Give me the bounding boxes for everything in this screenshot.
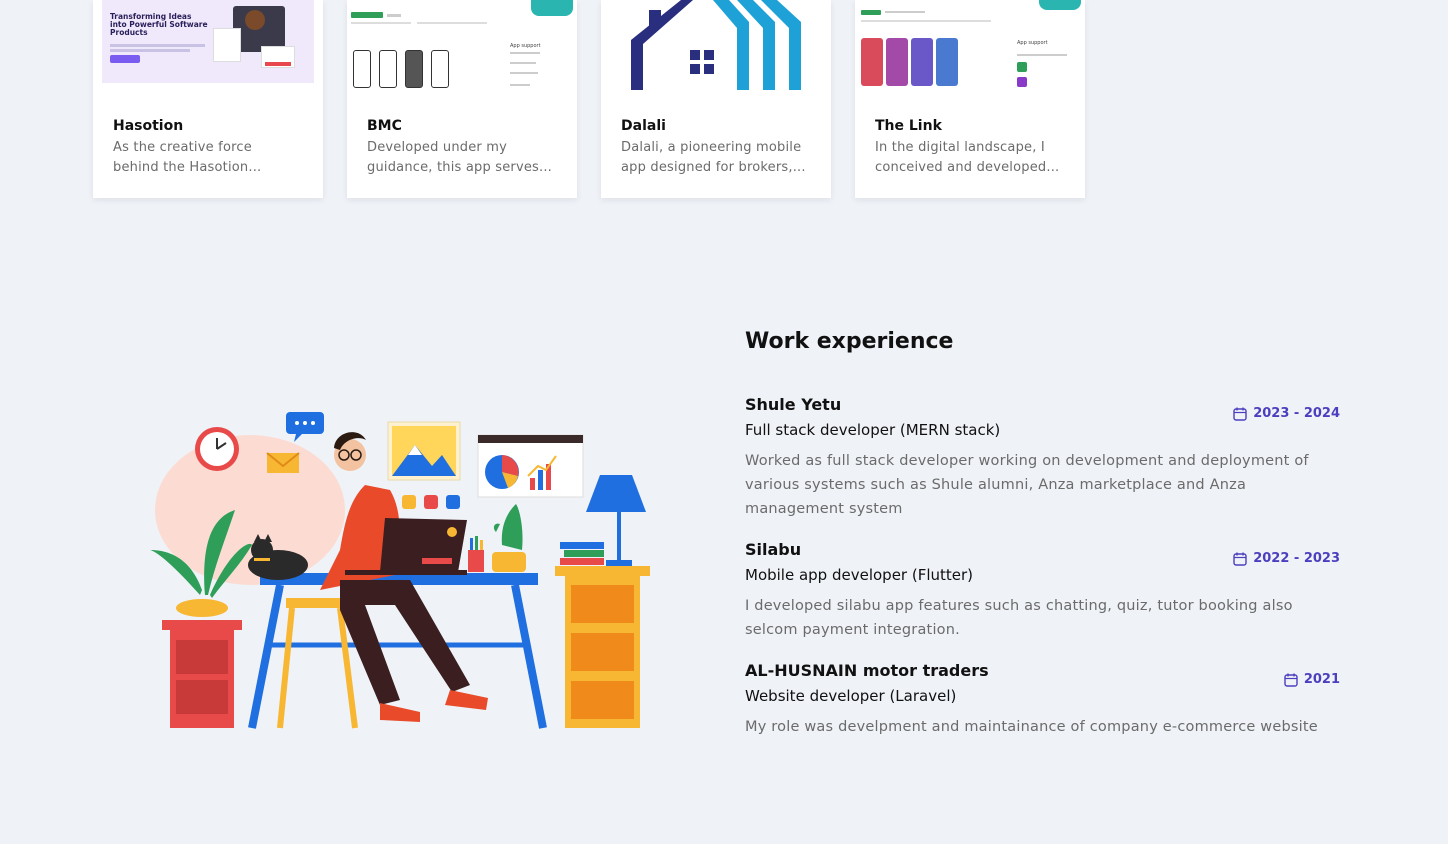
project-description: Dalali, a pioneering mobile app designed… — [621, 140, 806, 175]
job-role: Mobile app developer (Flutter) — [745, 566, 974, 584]
drawer-cabinet — [555, 566, 650, 728]
calendar-icon — [1284, 673, 1298, 687]
job-description: Worked as full stack developer working o… — [745, 453, 1309, 517]
project-card-dalali[interactable]: Dalali Dalali, a pioneering mobile app d… — [601, 0, 831, 198]
dalali-logo — [601, 0, 831, 92]
hasotion-thumbnail: Transforming Ideas into Powerful Softwar… — [93, 0, 323, 92]
job-item: Silabu Mobile app developer (Flutter) 20… — [745, 539, 1340, 642]
thumb-heading: App support — [510, 43, 541, 49]
image-frame-icon — [387, 421, 461, 481]
job-item: AL-HUSNAIN motor traders Website develop… — [745, 660, 1340, 739]
job-description: I developed silabu app features such as … — [745, 598, 1293, 638]
job-description: My role was develpment and maintainance … — [745, 719, 1318, 735]
project-description: In the digital landscape, I conceived an… — [875, 140, 1060, 175]
job-period: 2021 — [1284, 672, 1340, 687]
work-experience-section: Work experience Shule Yetu Full stack de… — [745, 326, 1340, 757]
calendar-icon — [1233, 407, 1247, 421]
period-text: 2023 - 2024 — [1253, 406, 1340, 421]
analytics-chart-icon — [477, 434, 584, 498]
chat-bubble-icon — [286, 412, 324, 442]
calendar-icon — [1233, 552, 1247, 566]
project-title: Hasotion — [113, 118, 184, 134]
project-card-hasotion[interactable]: Transforming Ideas into Powerful Softwar… — [93, 0, 323, 198]
bmc-thumbnail: App support — [347, 0, 577, 92]
thumb-heading: App support — [1017, 40, 1048, 46]
project-description: Developed under my guidance, this app se… — [367, 140, 553, 175]
project-title: The Link — [875, 118, 942, 134]
jobs-list: Shule Yetu Full stack developer (MERN st… — [745, 394, 1340, 739]
job-item: Shule Yetu Full stack developer (MERN st… — [745, 394, 1340, 521]
period-text: 2022 - 2023 — [1253, 551, 1340, 566]
project-description: As the creative force behind the Hasotio… — [113, 140, 262, 175]
company-name: AL-HUSNAIN motor traders — [745, 661, 989, 680]
job-role: Full stack developer (MERN stack) — [745, 421, 1001, 439]
books-icon — [560, 542, 604, 565]
thelink-thumbnail: App support — [855, 0, 1085, 92]
mail-icon — [266, 452, 300, 473]
period-text: 2021 — [1303, 672, 1340, 687]
developer-illustration — [140, 400, 660, 740]
job-period: 2022 - 2023 — [1233, 551, 1340, 566]
section-title: Work experience — [745, 329, 954, 354]
project-title: Dalali — [621, 118, 666, 134]
thumb-heading: Transforming Ideas into Powerful Softwar… — [110, 12, 208, 37]
project-card-the-link[interactable]: App support The Link In the digital land… — [855, 0, 1085, 198]
cactus-pot-icon — [492, 504, 526, 572]
projects-row: Transforming Ideas into Powerful Softwar… — [93, 0, 1085, 198]
company-name: Shule Yetu — [745, 395, 842, 414]
project-title: BMC — [367, 118, 402, 134]
job-role: Website developer (Laravel) — [745, 687, 957, 705]
job-period: 2023 - 2024 — [1233, 406, 1340, 421]
contact-icons — [402, 495, 460, 509]
pencil-cup-icon — [468, 536, 484, 572]
clock-icon — [195, 427, 239, 471]
company-name: Silabu — [745, 540, 802, 559]
project-card-bmc[interactable]: App support BMC Developed under my guida… — [347, 0, 577, 198]
